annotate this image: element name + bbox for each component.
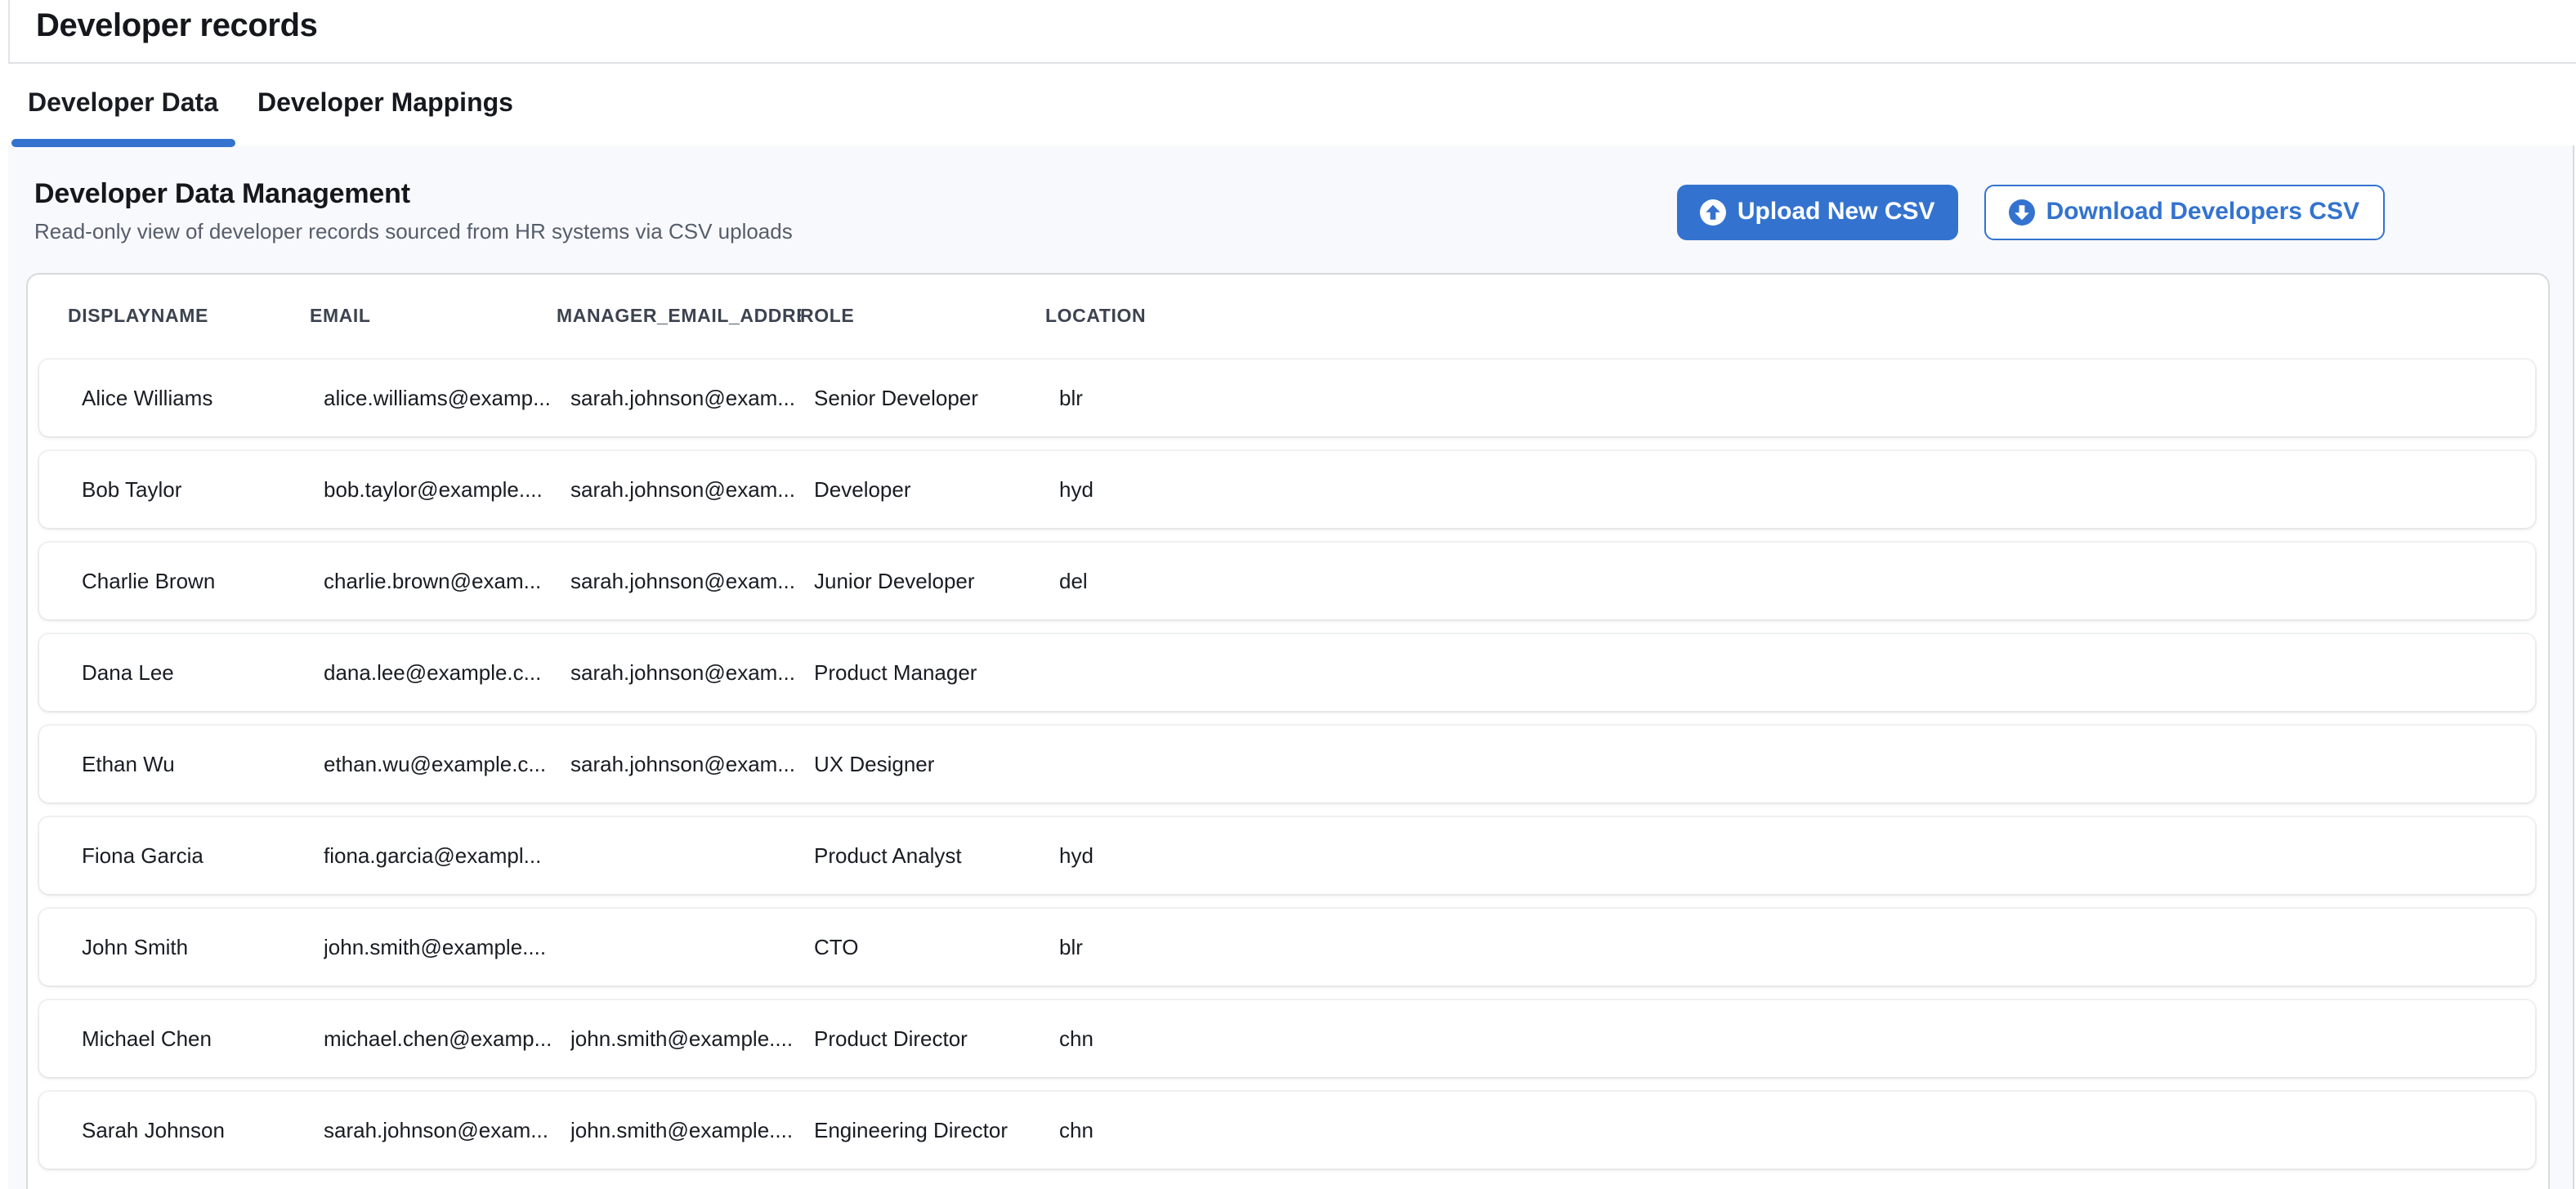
cell-email: john.smith@example....: [324, 935, 570, 959]
cell-email: ethan.wu@example.c...: [324, 752, 570, 776]
tab-developer-data-label: Developer Data: [28, 89, 218, 118]
table-row: Alice Williams alice.williams@examp... s…: [39, 360, 2535, 436]
section-header: Developer Data Management Read-only view…: [8, 145, 2572, 273]
cell-email: dana.lee@example.c...: [324, 660, 570, 685]
cell-email: fiona.garcia@exampl...: [324, 843, 570, 868]
cell-displayname: Michael Chen: [82, 1026, 324, 1051]
table-row: Bob Taylor bob.taylor@example.... sarah.…: [39, 451, 2535, 528]
cell-displayname: Charlie Brown: [82, 569, 324, 593]
cell-location: del: [1059, 569, 2535, 593]
developer-data-tab-panel: Developer Data Management Read-only view…: [8, 145, 2574, 1189]
circle-arrow-up-icon: [1700, 199, 1726, 225]
developer-records-table: DISPLAYNAME EMAIL MANAGER_EMAIL_ADDRE...…: [25, 273, 2549, 1189]
download-developers-csv-label: Download Developers CSV: [2046, 198, 2359, 226]
cell-role: CTO: [814, 935, 1059, 959]
cell-displayname: Ethan Wu: [82, 752, 324, 776]
cell-role: Product Director: [814, 1026, 1059, 1051]
cell-location: hyd: [1059, 477, 2535, 502]
tab-bar: Developer Data Developer Mappings: [8, 63, 2576, 145]
cell-email: michael.chen@examp...: [324, 1026, 570, 1051]
cell-displayname: Alice Williams: [82, 386, 324, 410]
active-tab-indicator: [11, 139, 235, 146]
cell-location: chn: [1059, 1118, 2535, 1142]
page-title: Developer records: [8, 9, 318, 53]
cell-location: hyd: [1059, 843, 2535, 868]
tab-developer-mappings[interactable]: Developer Mappings: [241, 63, 530, 145]
column-header-location: LOCATION: [1045, 307, 2547, 327]
tab-developer-data[interactable]: Developer Data: [11, 63, 235, 145]
table-row: Michael Chen michael.chen@examp... john.…: [39, 1000, 2535, 1077]
left-edge-divider: [8, 0, 10, 63]
table-header-row: DISPLAYNAME EMAIL MANAGER_EMAIL_ADDRE...…: [27, 275, 2547, 360]
cell-location: blr: [1059, 386, 2535, 410]
section-heading: Developer Data Management: [34, 177, 793, 210]
column-header-manager-email: MANAGER_EMAIL_ADDRE...: [557, 307, 800, 327]
csv-action-buttons: Upload New CSV Download Developers CSV: [1677, 184, 2384, 239]
cell-manager-email: sarah.johnson@exam...: [570, 477, 814, 502]
cell-manager-email: john.smith@example....: [570, 1026, 814, 1051]
cell-email: alice.williams@examp...: [324, 386, 570, 410]
table-row: Charlie Brown charlie.brown@exam... sara…: [39, 543, 2535, 619]
cell-email: bob.taylor@example....: [324, 477, 570, 502]
cell-manager-email: sarah.johnson@exam...: [570, 752, 814, 776]
table-row: Fiona Garcia fiona.garcia@exampl... Prod…: [39, 817, 2535, 894]
column-header-role: ROLE: [800, 307, 1045, 327]
column-header-displayname: DISPLAYNAME: [68, 307, 310, 327]
column-header-email: EMAIL: [310, 307, 557, 327]
cell-manager-email: sarah.johnson@exam...: [570, 569, 814, 593]
cell-displayname: Sarah Johnson: [82, 1118, 324, 1142]
cell-manager-email: john.smith@example....: [570, 1118, 814, 1142]
cell-role: UX Designer: [814, 752, 1059, 776]
section-description: Read-only view of developer records sour…: [34, 218, 793, 243]
cell-location: blr: [1059, 935, 2535, 959]
cell-role: Senior Developer: [814, 386, 1059, 410]
page-header: Developer records: [8, 0, 2576, 63]
cell-displayname: John Smith: [82, 935, 324, 959]
table-row: John Smith john.smith@example.... CTO bl…: [39, 909, 2535, 986]
cell-email: charlie.brown@exam...: [324, 569, 570, 593]
table-row: Dana Lee dana.lee@example.c... sarah.joh…: [39, 634, 2535, 711]
upload-new-csv-button[interactable]: Upload New CSV: [1677, 184, 1958, 239]
cell-location: chn: [1059, 1026, 2535, 1051]
cell-email: sarah.johnson@exam...: [324, 1118, 570, 1142]
download-developers-csv-button[interactable]: Download Developers CSV: [1984, 184, 2384, 239]
cell-manager-email: sarah.johnson@exam...: [570, 386, 814, 410]
table-row: Sarah Johnson sarah.johnson@exam... john…: [39, 1092, 2535, 1169]
upload-new-csv-label: Upload New CSV: [1737, 198, 1935, 226]
cell-displayname: Dana Lee: [82, 660, 324, 685]
cell-displayname: Bob Taylor: [82, 477, 324, 502]
cell-role: Product Analyst: [814, 843, 1059, 868]
circle-arrow-down-icon: [2009, 199, 2035, 225]
cell-role: Engineering Director: [814, 1118, 1059, 1142]
tab-developer-mappings-label: Developer Mappings: [257, 89, 513, 118]
table-row: Ethan Wu ethan.wu@example.c... sarah.joh…: [39, 726, 2535, 802]
table-body: Alice Williams alice.williams@examp... s…: [27, 360, 2547, 1169]
cell-manager-email: sarah.johnson@exam...: [570, 660, 814, 685]
cell-role: Developer: [814, 477, 1059, 502]
cell-displayname: Fiona Garcia: [82, 843, 324, 868]
cell-role: Product Manager: [814, 660, 1059, 685]
cell-role: Junior Developer: [814, 569, 1059, 593]
